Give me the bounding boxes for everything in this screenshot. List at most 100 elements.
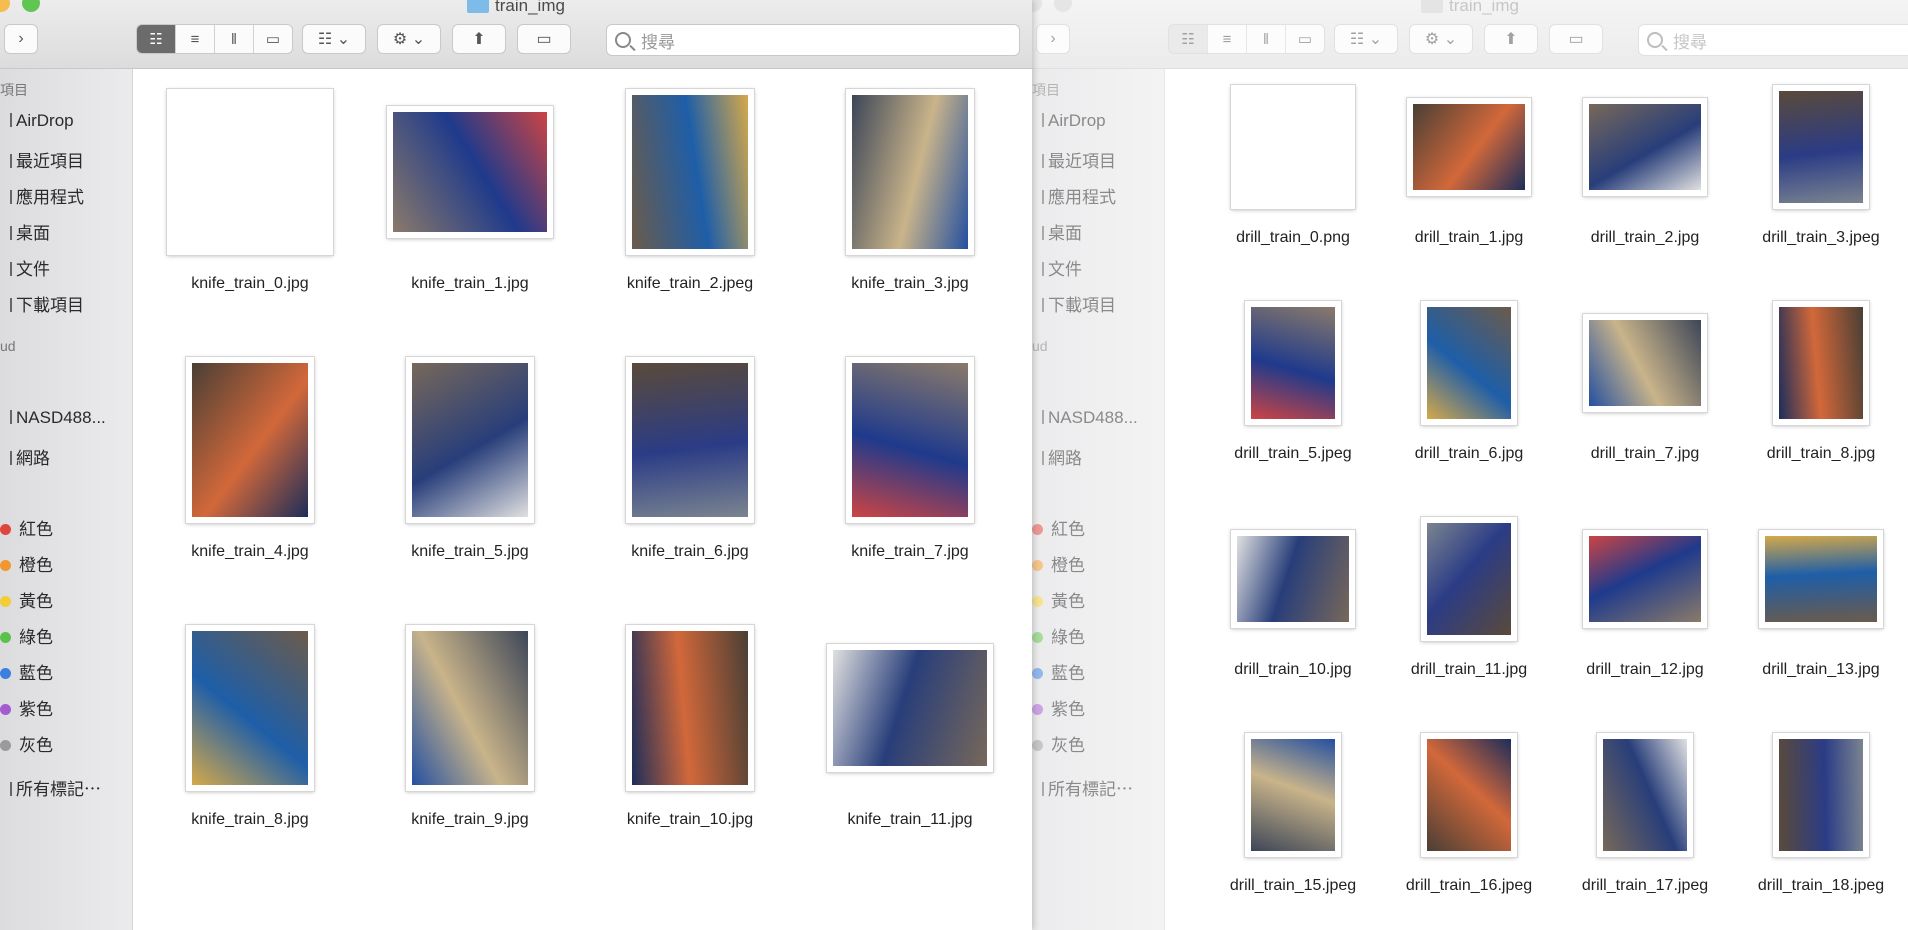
sidebar-item-desktop[interactable]: 桌面 <box>1032 219 1082 244</box>
file-thumbnail[interactable] <box>846 89 974 255</box>
thumbnail-image <box>192 631 308 785</box>
sidebar-item-network[interactable]: 網路 <box>0 444 50 469</box>
sidebar-item-desktop[interactable]: 桌面 <box>0 219 50 244</box>
sidebar-item-documents[interactable]: 文件 <box>0 255 50 280</box>
sidebar-item-airdrop[interactable]: AirDrop <box>0 111 74 131</box>
chevron-down-icon: ⌄ <box>1443 31 1458 48</box>
column-view-button[interactable]: ‖ <box>215 25 254 53</box>
file-thumbnail[interactable] <box>1583 314 1707 412</box>
file-thumbnail[interactable] <box>626 89 754 255</box>
file-name: drill_train_5.jpeg <box>1234 445 1352 462</box>
sidebar-section-favorites: 項目 <box>0 82 28 98</box>
file-thumbnail[interactable] <box>827 644 993 772</box>
gallery-view-button[interactable]: ▭ <box>254 25 292 53</box>
view-mode-switch[interactable]: ☷ ≡ ‖ ▭ <box>136 24 293 54</box>
sidebar-item-all-tags[interactable]: 所有標記⋯ <box>1032 775 1133 800</box>
icon-view-button[interactable]: ☷ <box>137 25 176 53</box>
sidebar-item-nas[interactable]: NASD488... <box>1032 408 1138 428</box>
file-thumbnail[interactable] <box>1583 98 1707 196</box>
forward-button[interactable]: › <box>1036 24 1070 54</box>
gallery-view-button[interactable]: ▭ <box>1286 25 1324 53</box>
sidebar-item-documents[interactable]: 文件 <box>1032 255 1082 280</box>
tags-button[interactable]: ▭ <box>517 24 571 54</box>
tag-color-dot-icon <box>1032 524 1043 535</box>
file-thumbnail[interactable] <box>1231 85 1355 209</box>
thumbnail-image <box>192 363 308 517</box>
file-thumbnail[interactable] <box>1245 733 1341 857</box>
list-view-button[interactable]: ≡ <box>176 25 215 53</box>
search-field[interactable]: 搜尋 <box>606 24 1020 56</box>
applications-icon <box>1032 190 1044 204</box>
sidebar-section-icloud: ud <box>1032 338 1048 354</box>
sidebar-tag[interactable]: 綠色 <box>0 623 53 648</box>
sidebar-tag[interactable]: 黃色 <box>0 587 53 612</box>
file-thumbnail[interactable] <box>186 625 314 791</box>
sidebar-tag[interactable]: 藍色 <box>1032 659 1085 684</box>
sidebar-tag[interactable]: 藍色 <box>0 659 53 684</box>
file-thumbnail[interactable] <box>1421 301 1517 425</box>
file-thumbnail[interactable] <box>626 357 754 523</box>
sidebar-item-recents[interactable]: 最近項目 <box>0 147 84 172</box>
view-mode-switch[interactable]: ☷ ≡ ‖ ▭ <box>1168 24 1325 54</box>
file-thumbnail[interactable] <box>406 357 534 523</box>
action-button[interactable]: ⚙ ⌄ <box>1409 24 1473 54</box>
share-button[interactable]: ⬆ <box>1484 24 1538 54</box>
sidebar-tag[interactable]: 橙色 <box>1032 551 1085 576</box>
file-thumbnail[interactable] <box>1759 530 1883 628</box>
sidebar-tag[interactable]: 橙色 <box>0 551 53 576</box>
forward-button[interactable]: › <box>4 24 38 54</box>
group-by-button[interactable]: ☷ ⌄ <box>302 24 366 54</box>
sidebar-item-downloads[interactable]: 下載項目 <box>0 291 84 316</box>
file-thumbnail[interactable] <box>626 625 754 791</box>
group-by-button[interactable]: ☷ ⌄ <box>1334 24 1398 54</box>
sidebar-item-airdrop[interactable]: AirDrop <box>1032 111 1106 131</box>
sidebar-tag[interactable]: 紫色 <box>0 695 53 720</box>
file-thumbnail[interactable] <box>387 106 553 238</box>
file-thumbnail[interactable] <box>186 357 314 523</box>
chevron-right-icon: › <box>1050 30 1056 47</box>
file-thumbnail[interactable] <box>1773 85 1869 209</box>
sidebar-item-all-tags[interactable]: 所有標記⋯ <box>0 775 101 800</box>
sidebar-tag[interactable]: 綠色 <box>1032 623 1085 648</box>
file-thumbnail[interactable] <box>1773 301 1869 425</box>
sidebar-tag-label: 藍色 <box>1051 664 1085 683</box>
sidebar-item-applications[interactable]: 應用程式 <box>1032 183 1116 208</box>
action-button[interactable]: ⚙ ⌄ <box>377 24 441 54</box>
sidebar-tag[interactable]: 紫色 <box>1032 695 1085 720</box>
search-field[interactable]: 搜尋 <box>1638 24 1908 56</box>
gear-icon: ⚙ <box>1424 31 1440 48</box>
file-thumbnail[interactable] <box>846 357 974 523</box>
file-thumbnail[interactable] <box>1421 733 1517 857</box>
sidebar-tag[interactable]: 紅色 <box>0 515 53 540</box>
sidebar-item-recents[interactable]: 最近項目 <box>1032 147 1116 172</box>
sidebar-item-downloads[interactable]: 下載項目 <box>1032 291 1116 316</box>
file-name: knife_train_4.jpg <box>191 543 309 560</box>
share-button[interactable]: ⬆ <box>452 24 506 54</box>
file-thumbnail[interactable] <box>406 625 534 791</box>
file-thumbnail[interactable] <box>1583 530 1707 628</box>
list-view-button[interactable]: ≡ <box>1208 25 1247 53</box>
sidebar-tag[interactable]: 紅色 <box>1032 515 1085 540</box>
file-thumbnail[interactable] <box>1245 301 1341 425</box>
file-thumbnail[interactable] <box>1773 733 1869 857</box>
file-thumbnail[interactable] <box>1407 98 1531 196</box>
file-name: drill_train_3.jpeg <box>1762 229 1880 246</box>
sidebar-tag[interactable]: 灰色 <box>0 731 53 756</box>
file-thumbnail[interactable] <box>1421 517 1517 641</box>
tags-button[interactable]: ▭ <box>1549 24 1603 54</box>
sidebar-item-network[interactable]: 網路 <box>1032 444 1082 469</box>
sidebar-item-nas[interactable]: NASD488... <box>0 408 106 428</box>
sidebar-tag[interactable]: 灰色 <box>1032 731 1085 756</box>
file-thumbnail[interactable] <box>1597 733 1693 857</box>
sidebar-tag[interactable]: 黃色 <box>1032 587 1085 612</box>
file-thumbnail[interactable] <box>1231 530 1355 628</box>
sidebar-item-applications[interactable]: 應用程式 <box>0 183 84 208</box>
icon-view-button[interactable]: ☷ <box>1169 25 1208 53</box>
column-view-button[interactable]: ‖ <box>1247 25 1286 53</box>
tags-icon <box>0 782 12 796</box>
file-name: knife_train_0.jpg <box>191 275 309 292</box>
thumbnail-image <box>1237 536 1349 622</box>
file-thumbnail[interactable] <box>167 89 333 255</box>
thumbnail-image <box>1237 91 1349 203</box>
tag-color-dot-icon <box>0 596 11 607</box>
